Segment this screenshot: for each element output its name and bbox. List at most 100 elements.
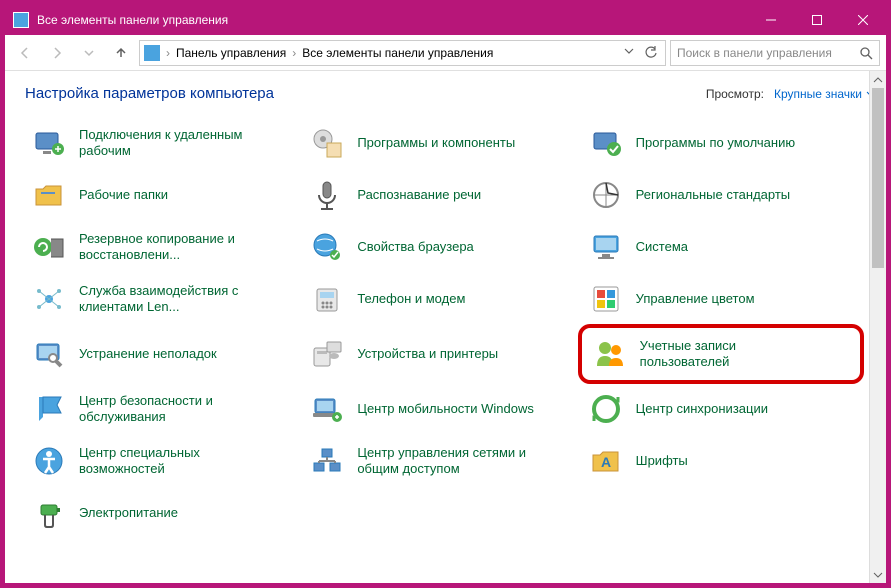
cpl-item-system[interactable]: Система: [582, 224, 860, 270]
search-input[interactable]: Поиск в панели управления: [670, 40, 880, 66]
cpl-item-power[interactable]: Электропитание: [25, 490, 303, 536]
main-panel: Настройка параметров компьютера Просмотр…: [25, 85, 874, 573]
window-title: Все элементы панели управления: [37, 13, 748, 27]
breadcrumb-current[interactable]: Все элементы панели управления: [298, 41, 497, 65]
vertical-scrollbar[interactable]: [869, 71, 886, 583]
window-controls: [748, 5, 886, 35]
items-grid: Подключения к удаленным рабочим Программы…: [25, 120, 874, 536]
scroll-up-button[interactable]: [870, 71, 886, 88]
control-panel-icon: [13, 12, 29, 28]
item-label: Рабочие папки: [79, 187, 168, 203]
security-icon: [29, 389, 69, 429]
cpl-item-sync[interactable]: Центр синхронизации: [582, 386, 860, 432]
svg-text:A: A: [601, 454, 611, 470]
cpl-item-programs[interactable]: Программы и компоненты: [303, 120, 581, 166]
users-icon: [590, 334, 630, 374]
cpl-item-backup[interactable]: Резервное копирование и восстановлени...: [25, 224, 303, 270]
cpl-item-speech[interactable]: Распознавание речи: [303, 172, 581, 218]
item-label: Программы по умолчанию: [636, 135, 795, 151]
item-label: Резервное копирование и восстановлени...: [79, 231, 259, 264]
cpl-item-network[interactable]: Центр управления сетями и общим доступом: [303, 438, 581, 484]
item-label: Центр безопасности и обслуживания: [79, 393, 259, 426]
item-label: Система: [636, 239, 688, 255]
forward-button[interactable]: [43, 39, 71, 67]
chevron-right-icon[interactable]: ›: [290, 46, 298, 60]
backup-icon: [29, 227, 69, 267]
close-button[interactable]: [840, 5, 886, 35]
scroll-thumb[interactable]: [872, 88, 884, 268]
cpl-item-work-folders[interactable]: Рабочие папки: [25, 172, 303, 218]
cpl-item-users[interactable]: Учетные записи пользователей: [578, 324, 864, 384]
history-dropdown-button[interactable]: [619, 46, 639, 56]
sync-icon: [586, 389, 626, 429]
item-label: Устройства и принтеры: [357, 346, 498, 362]
location-icon: [144, 45, 160, 61]
troubleshoot-icon: [29, 334, 69, 374]
cpl-item-region[interactable]: Региональные стандарты: [582, 172, 860, 218]
cpl-item-phone[interactable]: Телефон и модем: [303, 276, 581, 322]
cpl-item-mobility[interactable]: Центр мобильности Windows: [303, 386, 581, 432]
view-label: Просмотр:: [706, 87, 764, 101]
item-label: Управление цветом: [636, 291, 755, 307]
color-icon: [586, 279, 626, 319]
window-frame: Все элементы панели управления › Панель …: [0, 0, 891, 588]
item-label: Центр синхронизации: [636, 401, 768, 417]
region-icon: [586, 175, 626, 215]
item-label: Программы и компоненты: [357, 135, 515, 151]
cpl-item-ease[interactable]: Центр специальных возможностей: [25, 438, 303, 484]
cpl-item-lenovo[interactable]: Служба взаимодействия с клиентами Len...: [25, 276, 303, 322]
chevron-right-icon[interactable]: ›: [164, 46, 172, 60]
cpl-item-security[interactable]: Центр безопасности и обслуживания: [25, 386, 303, 432]
internet-icon: [307, 227, 347, 267]
item-label: Распознавание речи: [357, 187, 481, 203]
cpl-item-troubleshoot[interactable]: Устранение неполадок: [25, 328, 303, 380]
titlebar[interactable]: Все элементы панели управления: [5, 5, 886, 35]
devices-icon: [307, 334, 347, 374]
scroll-down-button[interactable]: [870, 566, 886, 583]
item-label: Телефон и модем: [357, 291, 465, 307]
view-value-dropdown[interactable]: Крупные значки: [774, 87, 874, 101]
mobility-icon: [307, 389, 347, 429]
up-button[interactable]: [107, 39, 135, 67]
content-area: Настройка параметров компьютера Просмотр…: [5, 71, 886, 583]
cpl-item-devices[interactable]: Устройства и принтеры: [303, 328, 581, 380]
item-label: Центр управления сетями и общим доступом: [357, 445, 537, 478]
search-icon[interactable]: [859, 46, 873, 60]
defaults-icon: [586, 123, 626, 163]
refresh-button[interactable]: [641, 46, 661, 60]
address-field[interactable]: › Панель управления › Все элементы панел…: [139, 40, 666, 66]
ease-icon: [29, 441, 69, 481]
remote-desktop-icon: [29, 123, 69, 163]
item-label: Региональные стандарты: [636, 187, 790, 203]
programs-icon: [307, 123, 347, 163]
cpl-item-color[interactable]: Управление цветом: [582, 276, 860, 322]
system-icon: [586, 227, 626, 267]
cpl-item-defaults[interactable]: Программы по умолчанию: [582, 120, 860, 166]
work-folders-icon: [29, 175, 69, 215]
item-label: Устранение неполадок: [79, 346, 217, 362]
item-label: Электропитание: [79, 505, 178, 521]
item-label: Подключения к удаленным рабочим: [79, 127, 259, 160]
view-selector: Просмотр: Крупные значки: [706, 87, 874, 101]
phone-icon: [307, 279, 347, 319]
item-label: Центр специальных возможностей: [79, 445, 259, 478]
cpl-item-internet[interactable]: Свойства браузера: [303, 224, 581, 270]
heading-row: Настройка параметров компьютера Просмотр…: [25, 85, 874, 102]
fonts-icon: A: [586, 441, 626, 481]
search-placeholder: Поиск в панели управления: [677, 46, 832, 60]
item-label: Учетные записи пользователей: [640, 338, 820, 371]
back-button[interactable]: [11, 39, 39, 67]
item-label: Шрифты: [636, 453, 688, 469]
recent-button[interactable]: [75, 39, 103, 67]
view-value: Крупные значки: [774, 87, 862, 101]
cpl-item-fonts[interactable]: A Шрифты: [582, 438, 860, 484]
lenovo-icon: [29, 279, 69, 319]
maximize-button[interactable]: [794, 5, 840, 35]
breadcrumb-root[interactable]: Панель управления: [172, 41, 290, 65]
address-bar: › Панель управления › Все элементы панел…: [5, 35, 886, 71]
cpl-item-remote-desktop[interactable]: Подключения к удаленным рабочим: [25, 120, 303, 166]
power-icon: [29, 493, 69, 533]
speech-icon: [307, 175, 347, 215]
minimize-button[interactable]: [748, 5, 794, 35]
item-label: Центр мобильности Windows: [357, 401, 534, 417]
